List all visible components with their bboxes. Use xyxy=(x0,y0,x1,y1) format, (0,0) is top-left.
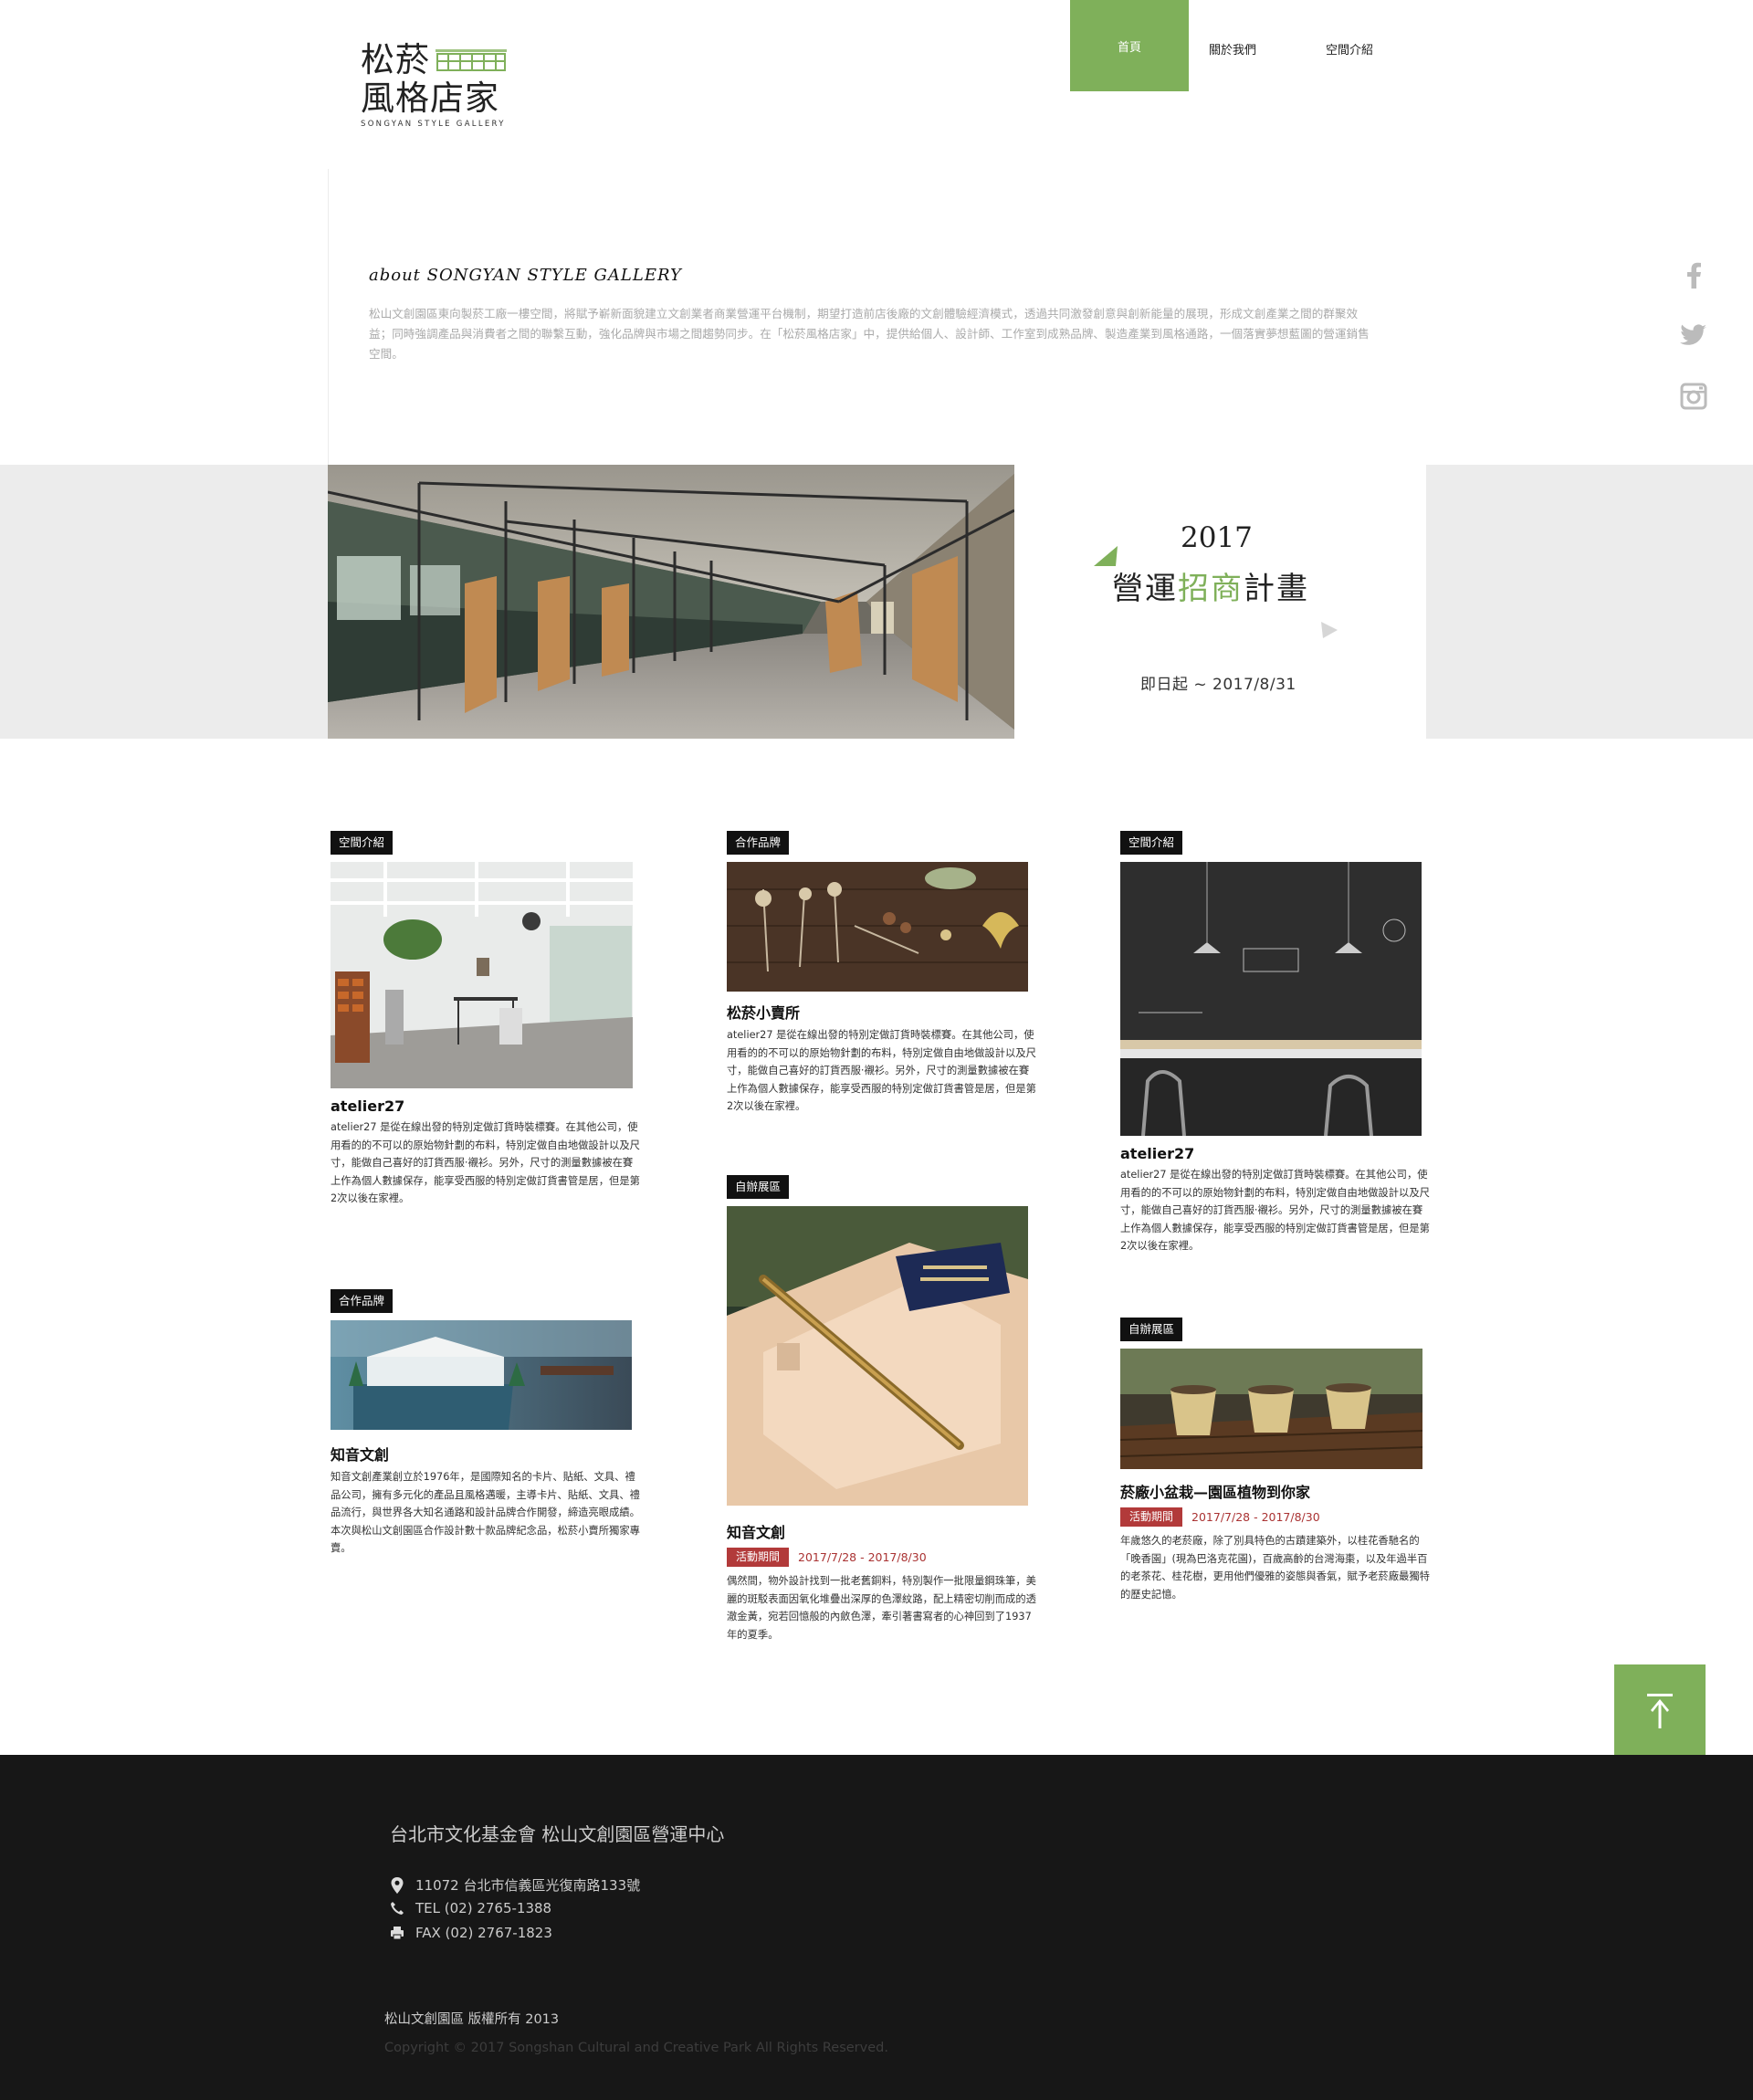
footer-tel: TEL (02) 2765-1388 xyxy=(390,1900,551,1916)
banner-date: 即日起 ~ 2017/8/31 xyxy=(1140,676,1296,694)
banner-title: 營運招商計畫 xyxy=(1112,571,1309,607)
banner-corridor-photo[interactable] xyxy=(328,465,1014,739)
footer-address-text: 11072 台北市信義區光復南路133號 xyxy=(415,1877,641,1894)
card-atelier27-b[interactable]: 空間介紹 atelier27 atelier27 是從在線出發的特別定做訂貨時裝… xyxy=(1120,831,1431,1255)
arrow-up-icon xyxy=(1647,1693,1673,1728)
about-divider xyxy=(328,169,329,466)
card-zhiyin-pen[interactable]: 自辦展區 知音文創 活動期間 2017/7/28 - 2017/8/30 偶然間… xyxy=(727,1175,1037,1643)
grey-triangle-decoration xyxy=(1321,622,1338,638)
category-tag[interactable]: 合作品牌 xyxy=(727,831,790,855)
nav-home[interactable]: 首頁 xyxy=(1070,0,1189,91)
card-description: 年歲悠久的老菸廠，除了別具特色的古蹟建築外，以桂花香馳名的「晚香園」(現為巴洛克… xyxy=(1120,1535,1430,1601)
blackboard-cafe-photo[interactable] xyxy=(1120,862,1422,1136)
category-tag[interactable]: 空間介紹 xyxy=(331,831,394,855)
footer-tel-text: TEL (02) 2765-1388 xyxy=(415,1900,552,1916)
card-description: atelier27 是從在線出發的特別定做訂貨時裝標賽。在其他公司，使用看的的不… xyxy=(1120,1169,1430,1252)
card-zhiyin-a[interactable]: 合作品牌 知音文創 知音文創產業創立於1976年，是國際知名的卡片、貼紙、文具、… xyxy=(331,1289,641,1558)
logo-building-icon xyxy=(436,49,507,71)
card-atelier27-a[interactable]: 空間介紹 atelier27 atelier27 是從在線出發的特別定做訂貨時裝… xyxy=(331,831,641,1208)
category-tag[interactable]: 合作品牌 xyxy=(331,1289,394,1313)
about-title: about SONGYAN STYLE GALLERY xyxy=(369,266,682,285)
nav-space[interactable]: 空間介紹 xyxy=(1290,0,1409,91)
card-description: atelier27 是從在線出發的特別定做訂貨時裝標賽。在其他公司，使用看的的不… xyxy=(727,1029,1036,1112)
back-to-top-button[interactable] xyxy=(1614,1664,1706,1755)
brass-pen-photo[interactable] xyxy=(727,1206,1028,1506)
card-songyan-shop[interactable]: 合作品牌 松菸小賣所 atelier27 是從在線出發的特別定做訂貨時裝標賽。在… xyxy=(727,831,1037,1116)
activity-period: 活動期間 2017/7/28 - 2017/8/30 xyxy=(1120,1507,1431,1527)
card-plant-pots[interactable]: 自辦展區 菸廠小盆栽—園區植物到你家 活動期間 2017/7/28 - 2017… xyxy=(1120,1318,1431,1603)
map-pin-icon xyxy=(391,1876,404,1894)
activity-date: 2017/7/28 - 2017/8/30 xyxy=(798,1550,927,1564)
printer-icon xyxy=(391,1927,404,1940)
about-body: 松山文創園區東向製菸工廠一樓空間，將賦予嶄新面貌建立文創業者商業營運平台機制，期… xyxy=(369,307,1370,361)
card-description: atelier27 是從在線出發的特別定做訂貨時裝標賽。在其他公司，使用看的的不… xyxy=(331,1121,640,1204)
activity-date: 2017/7/28 - 2017/8/30 xyxy=(1191,1510,1320,1524)
site-logo[interactable]: 松菸 風格店家 SONGYAN STYLE GALLERY xyxy=(361,40,507,129)
footer-organization: 台北市文化基金會 松山文創園區營運中心 xyxy=(390,1823,725,1845)
potted-plants-photo[interactable] xyxy=(1120,1349,1422,1469)
footer-fax-text: FAX (02) 2767-1823 xyxy=(415,1925,552,1941)
activity-badge: 活動期間 xyxy=(727,1548,790,1567)
zhiyin-product-photo[interactable] xyxy=(331,1320,632,1430)
facebook-icon[interactable] xyxy=(1678,259,1709,290)
studio-photo[interactable] xyxy=(331,862,633,1088)
footer-copyright-en: Copyright © 2017 Songshan Cultural and C… xyxy=(384,2041,888,2055)
nav-about[interactable]: 關於我們 xyxy=(1173,0,1292,91)
category-tag[interactable]: 空間介紹 xyxy=(1120,831,1183,855)
card-title[interactable]: 知音文創 xyxy=(331,1443,641,1465)
card-title[interactable]: atelier27 xyxy=(331,1097,641,1115)
banner-year: 2017 xyxy=(1181,521,1253,554)
card-title[interactable]: 菸廠小盆栽—園區植物到你家 xyxy=(1120,1480,1431,1502)
card-description: 知音文創產業創立於1976年，是國際知名的卡片、貼紙、文具、禮品公司，擁有多元化… xyxy=(331,1471,640,1554)
logo-line1: 松菸 xyxy=(361,40,430,79)
logo-line2: 風格店家 xyxy=(361,79,499,118)
category-tag[interactable]: 自辦展區 xyxy=(1120,1318,1183,1341)
card-title[interactable]: atelier27 xyxy=(1120,1145,1431,1162)
dried-flowers-photo[interactable] xyxy=(727,862,1028,992)
category-tag[interactable]: 自辦展區 xyxy=(727,1175,790,1199)
activity-period: 活動期間 2017/7/28 - 2017/8/30 xyxy=(727,1548,1037,1567)
card-description: 偶然間，物外設計找到一批老舊銅料，特別製作一批限量鋼珠筆，美麗的斑駁表面因氧化堆… xyxy=(727,1575,1036,1641)
instagram-icon[interactable] xyxy=(1678,381,1709,412)
footer-copyright-zh: 松山文創園區 版權所有 2013 xyxy=(384,2012,560,2027)
activity-badge: 活動期間 xyxy=(1120,1507,1183,1527)
footer-address: 11072 台北市信義區光復南路133號 xyxy=(390,1875,640,1895)
phone-icon xyxy=(391,1902,404,1915)
card-title[interactable]: 松菸小賣所 xyxy=(727,1001,1037,1023)
card-title[interactable]: 知音文創 xyxy=(727,1520,1037,1542)
twitter-icon[interactable] xyxy=(1678,320,1709,351)
footer-fax: FAX (02) 2767-1823 xyxy=(390,1925,552,1941)
logo-english: SONGYAN STYLE GALLERY xyxy=(361,120,506,129)
